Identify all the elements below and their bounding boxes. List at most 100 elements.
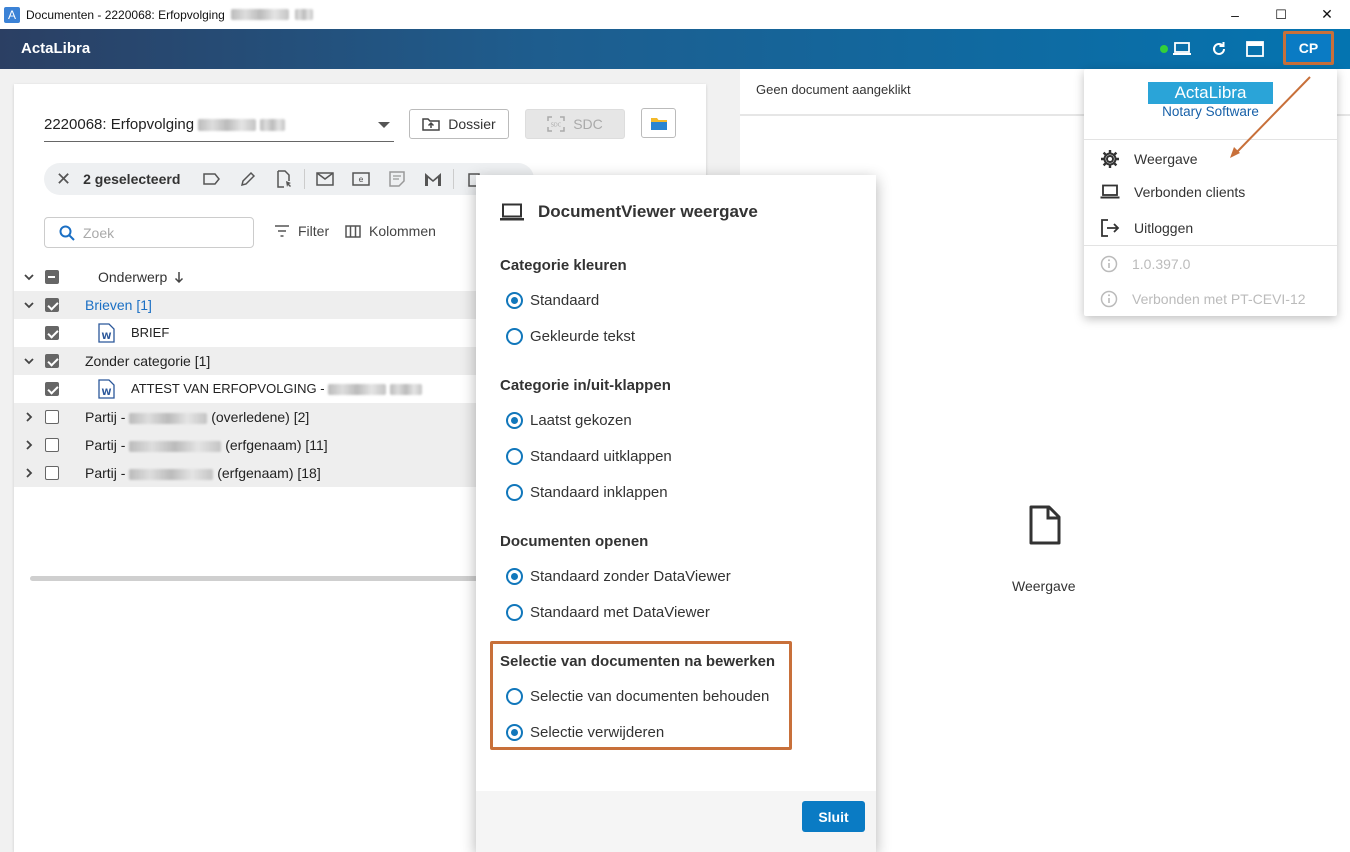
gmail-icon[interactable] bbox=[423, 169, 443, 189]
scan-icon: SDC bbox=[547, 116, 565, 132]
section-title: Selectie van documenten na bewerken bbox=[500, 653, 776, 670]
window-titlebar: A Documenten - 2220068: Erfopvolging – ☐… bbox=[0, 0, 1350, 29]
edit-icon[interactable] bbox=[238, 169, 258, 189]
chevron-right-icon[interactable] bbox=[22, 438, 36, 452]
radio-label: Selectie verwijderen bbox=[530, 724, 665, 741]
laptop-icon[interactable] bbox=[1172, 39, 1192, 59]
dossier-select[interactable]: 2220068: Erfopvolging bbox=[44, 114, 394, 142]
section-title: Documenten openen bbox=[500, 533, 649, 550]
section-title: Categorie in/uit-klappen bbox=[500, 377, 671, 394]
section-title: Categorie kleuren bbox=[500, 257, 627, 274]
user-menu-button[interactable]: CP bbox=[1286, 34, 1331, 62]
chevron-down-icon[interactable] bbox=[22, 270, 36, 284]
redacted-text bbox=[328, 384, 387, 396]
radio-label: Standaard uitklappen bbox=[530, 448, 672, 465]
logo-top-text: ActaLibra bbox=[1148, 82, 1273, 104]
dossier-value: 2220068: Erfopvolging bbox=[44, 116, 195, 133]
document-label: BRIEF bbox=[131, 325, 170, 340]
radio-zonder-dataviewer[interactable]: Standaard zonder DataViewer bbox=[506, 568, 731, 585]
close-window-button[interactable]: ✕ bbox=[1304, 0, 1350, 29]
party-suffix: (overledene) [2] bbox=[211, 409, 310, 425]
app-icon: A bbox=[4, 6, 20, 23]
party-prefix: Partij - bbox=[85, 409, 126, 425]
actalibra-logo: ActaLibra Notary Software bbox=[1148, 82, 1273, 120]
gear-icon bbox=[1101, 150, 1119, 168]
open-folder-button[interactable] bbox=[641, 108, 676, 138]
search-input[interactable] bbox=[83, 224, 233, 241]
maximize-button[interactable]: ☐ bbox=[1258, 0, 1304, 29]
close-dialog-button[interactable]: Sluit bbox=[802, 801, 865, 832]
chevron-down-icon bbox=[378, 122, 390, 128]
connection-info: Verbonden met PT-CEVI-12 bbox=[1100, 290, 1306, 308]
menu-item-label: Uitloggen bbox=[1134, 220, 1194, 236]
row-checkbox[interactable] bbox=[45, 382, 59, 396]
mail-icon[interactable] bbox=[315, 169, 335, 189]
category-label: Zonder categorie [1] bbox=[85, 353, 211, 369]
menu-item-verbonden-clients[interactable]: Verbonden clients bbox=[1100, 184, 1245, 200]
minimize-button[interactable]: – bbox=[1212, 0, 1258, 29]
radio-laatst-gekozen[interactable]: Laatst gekozen bbox=[506, 412, 632, 429]
refresh-icon[interactable] bbox=[1209, 39, 1229, 59]
chevron-right-icon[interactable] bbox=[22, 410, 36, 424]
document-icon bbox=[1029, 505, 1061, 545]
radio-gekleurde-tekst[interactable]: Gekleurde tekst bbox=[506, 328, 635, 345]
folder-icon bbox=[650, 117, 667, 130]
info-icon bbox=[1100, 290, 1118, 308]
dialog-title: DocumentViewer weergave bbox=[500, 202, 758, 222]
row-checkbox[interactable] bbox=[45, 354, 59, 368]
radio-label: Standaard met DataViewer bbox=[530, 604, 710, 621]
logout-icon bbox=[1101, 219, 1120, 237]
party-suffix: (erfgenaam) [18] bbox=[217, 465, 321, 481]
radio-standaard-uitklappen[interactable]: Standaard uitklappen bbox=[506, 448, 672, 465]
viewer-header: Geen document aangeklikt bbox=[756, 82, 911, 97]
row-checkbox[interactable] bbox=[45, 466, 59, 480]
select-all-checkbox[interactable] bbox=[45, 270, 59, 284]
radio-standaard[interactable]: Standaard bbox=[506, 292, 599, 309]
chevron-down-icon[interactable] bbox=[22, 298, 36, 312]
row-checkbox[interactable] bbox=[45, 410, 59, 424]
radio-label: Laatst gekozen bbox=[530, 412, 632, 429]
filter-button[interactable]: Filter bbox=[274, 223, 329, 239]
radio-label: Standaard zonder DataViewer bbox=[530, 568, 731, 585]
sdc-button[interactable]: SDC SDC bbox=[525, 109, 625, 139]
window-icon[interactable] bbox=[1245, 39, 1265, 59]
dialog-title-text: DocumentViewer weergave bbox=[538, 202, 758, 221]
radio-met-dataviewer[interactable]: Standaard met DataViewer bbox=[506, 604, 710, 621]
folder-upload-icon bbox=[422, 118, 441, 131]
row-checkbox[interactable] bbox=[45, 438, 59, 452]
menu-item-weergave[interactable]: Weergave bbox=[1100, 149, 1198, 169]
window-title: Documenten - 2220068: Erfopvolging bbox=[26, 7, 225, 22]
sort-arrow-down-icon[interactable] bbox=[174, 271, 184, 283]
tag-icon[interactable] bbox=[202, 169, 222, 189]
radio-selectie-verwijderen[interactable]: Selectie verwijderen bbox=[506, 724, 664, 741]
search-field[interactable] bbox=[44, 217, 254, 248]
user-menu: ActaLibra Notary Software Weergave Verbo… bbox=[1084, 69, 1337, 316]
redacted-text bbox=[230, 9, 289, 20]
connection-text: Verbonden met PT-CEVI-12 bbox=[1132, 291, 1306, 307]
filter-icon bbox=[275, 225, 289, 237]
horizontal-scrollbar[interactable] bbox=[30, 576, 490, 581]
redacted-text bbox=[198, 119, 257, 132]
columns-icon bbox=[345, 224, 361, 238]
dossier-button[interactable]: Dossier bbox=[409, 109, 509, 139]
info-icon bbox=[1100, 255, 1118, 273]
column-header-subject[interactable]: Onderwerp bbox=[98, 269, 167, 285]
menu-item-uitloggen[interactable]: Uitloggen bbox=[1100, 219, 1193, 237]
redacted-text bbox=[389, 384, 422, 396]
chevron-right-icon[interactable] bbox=[22, 466, 36, 480]
sdc-button-label: SDC bbox=[573, 116, 603, 132]
clear-selection-icon[interactable]: ✕ bbox=[56, 169, 71, 190]
columns-button[interactable]: Kolommen bbox=[345, 223, 436, 239]
search-icon bbox=[59, 225, 75, 241]
email-document-icon[interactable]: e bbox=[351, 169, 371, 189]
radio-standaard-inklappen[interactable]: Standaard inklappen bbox=[506, 484, 668, 501]
row-checkbox[interactable] bbox=[45, 326, 59, 340]
note-icon[interactable] bbox=[387, 169, 407, 189]
radio-selectie-behouden[interactable]: Selectie van documenten behouden bbox=[506, 688, 769, 705]
redacted-text bbox=[129, 440, 222, 452]
document-cursor-icon[interactable] bbox=[274, 169, 294, 189]
row-checkbox[interactable] bbox=[45, 298, 59, 312]
selection-toolbar: ✕ 2 geselecteerd e bbox=[44, 163, 534, 195]
chevron-down-icon[interactable] bbox=[22, 354, 36, 368]
laptop-icon bbox=[1100, 184, 1120, 199]
